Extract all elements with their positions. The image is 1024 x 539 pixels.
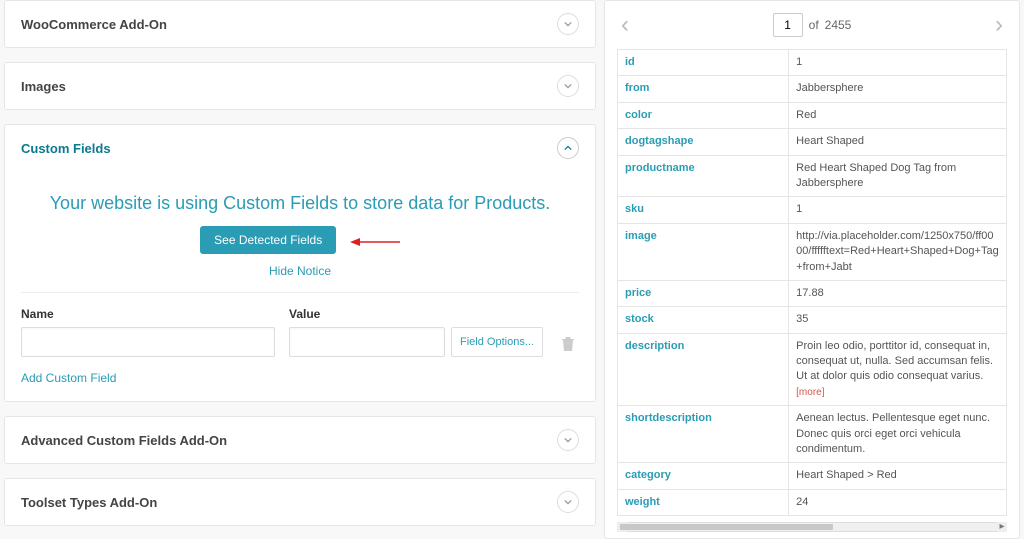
record-value: Red bbox=[789, 102, 1007, 128]
record-key: shortdescription bbox=[618, 406, 789, 463]
table-row: fromJabbersphere bbox=[618, 76, 1007, 102]
pager-next-button[interactable]: › bbox=[991, 11, 1007, 39]
panel-title: Toolset Types Add-On bbox=[21, 495, 157, 510]
record-value: Jabbersphere bbox=[789, 76, 1007, 102]
value-input[interactable] bbox=[289, 327, 445, 357]
table-row: categoryHeart Shaped > Red bbox=[618, 463, 1007, 489]
hide-notice-link[interactable]: Hide Notice bbox=[21, 264, 579, 278]
record-key: stock bbox=[618, 307, 789, 333]
table-row: sku1 bbox=[618, 197, 1007, 223]
record-value: 1 bbox=[789, 50, 1007, 76]
record-value: Proin leo odio, porttitor id, consequat … bbox=[789, 333, 1007, 406]
record-key: price bbox=[618, 280, 789, 306]
record-key: category bbox=[618, 463, 789, 489]
value-label: Value bbox=[289, 307, 543, 321]
record-key: from bbox=[618, 76, 789, 102]
panel-title: Custom Fields bbox=[21, 141, 111, 156]
pager: ‹ of 2455 › bbox=[617, 11, 1007, 39]
panel-header[interactable]: Custom Fields bbox=[5, 125, 595, 171]
pager-page-input[interactable] bbox=[773, 13, 803, 37]
record-value: 35 bbox=[789, 307, 1007, 333]
panel-acf[interactable]: Advanced Custom Fields Add-On bbox=[4, 416, 596, 464]
record-key: image bbox=[618, 223, 789, 280]
table-row: price17.88 bbox=[618, 280, 1007, 306]
record-value: Heart Shaped > Red bbox=[789, 463, 1007, 489]
horizontal-scrollbar[interactable]: ◂ ▸ bbox=[617, 522, 1007, 532]
table-row: id1 bbox=[618, 50, 1007, 76]
panel-toolset[interactable]: Toolset Types Add-On bbox=[4, 478, 596, 526]
panel-title: Images bbox=[21, 79, 66, 94]
name-label: Name bbox=[21, 307, 275, 321]
arrow-annotation-icon bbox=[350, 233, 400, 248]
add-custom-field-link[interactable]: Add Custom Field bbox=[21, 371, 116, 385]
see-detected-fields-button[interactable]: See Detected Fields bbox=[200, 226, 336, 254]
record-key: sku bbox=[618, 197, 789, 223]
record-value: 24 bbox=[789, 489, 1007, 515]
chevron-down-icon[interactable] bbox=[557, 491, 579, 513]
panel-title: WooCommerce Add-On bbox=[21, 17, 167, 32]
table-row: colorRed bbox=[618, 102, 1007, 128]
pager-total: 2455 bbox=[825, 18, 852, 32]
record-value: http://via.placeholder.com/1250x750/ff00… bbox=[789, 223, 1007, 280]
preview-panel: ‹ of 2455 › id1 fromJabbersphere colorRe… bbox=[604, 0, 1020, 539]
record-key: description bbox=[618, 333, 789, 406]
scroll-right-icon[interactable]: ▸ bbox=[997, 522, 1007, 532]
record-value: Aenean lectus. Pellentesque eget nunc. D… bbox=[789, 406, 1007, 463]
pager-of-label: of bbox=[809, 18, 819, 32]
record-key: productname bbox=[618, 155, 789, 197]
table-row: productnameRed Heart Shaped Dog Tag from… bbox=[618, 155, 1007, 197]
panel-title: Advanced Custom Fields Add-On bbox=[21, 433, 227, 448]
table-row: stock35 bbox=[618, 307, 1007, 333]
custom-fields-notice: Your website is using Custom Fields to s… bbox=[21, 193, 579, 214]
more-link[interactable]: [more] bbox=[796, 387, 824, 398]
table-row: shortdescriptionAenean lectus. Pellentes… bbox=[618, 406, 1007, 463]
chevron-up-icon[interactable] bbox=[557, 137, 579, 159]
record-table: id1 fromJabbersphere colorRed dogtagshap… bbox=[617, 49, 1007, 516]
chevron-down-icon[interactable] bbox=[557, 13, 579, 35]
name-input[interactable] bbox=[21, 327, 275, 357]
pager-prev-button[interactable]: ‹ bbox=[617, 11, 633, 39]
record-key: color bbox=[618, 102, 789, 128]
record-key: dogtagshape bbox=[618, 129, 789, 155]
record-value: Heart Shaped bbox=[789, 129, 1007, 155]
table-row: descriptionProin leo odio, porttitor id,… bbox=[618, 333, 1007, 406]
trash-icon[interactable] bbox=[561, 339, 575, 356]
chevron-down-icon[interactable] bbox=[557, 75, 579, 97]
chevron-down-icon[interactable] bbox=[557, 429, 579, 451]
panel-custom-fields: Custom Fields Your website is using Cust… bbox=[4, 124, 596, 402]
record-key: id bbox=[618, 50, 789, 76]
scrollbar-thumb[interactable] bbox=[620, 524, 833, 530]
record-value: 1 bbox=[789, 197, 1007, 223]
panel-woocommerce[interactable]: WooCommerce Add-On bbox=[4, 0, 596, 48]
field-options-button[interactable]: Field Options... bbox=[451, 327, 543, 357]
table-row: dogtagshapeHeart Shaped bbox=[618, 129, 1007, 155]
table-row: imagehttp://via.placeholder.com/1250x750… bbox=[618, 223, 1007, 280]
divider bbox=[21, 292, 579, 293]
record-key: weight bbox=[618, 489, 789, 515]
record-value: 17.88 bbox=[789, 280, 1007, 306]
record-value: Red Heart Shaped Dog Tag from Jabbersphe… bbox=[789, 155, 1007, 197]
table-row: weight24 bbox=[618, 489, 1007, 515]
panel-images[interactable]: Images bbox=[4, 62, 596, 110]
